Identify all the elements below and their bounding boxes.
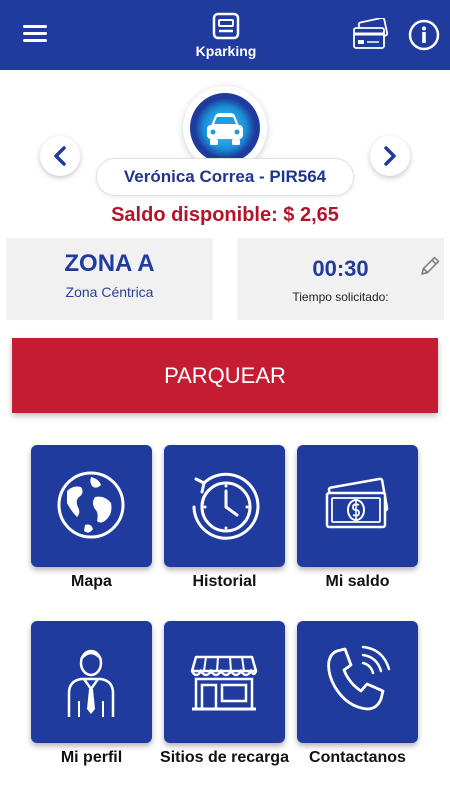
zone-card[interactable]: ZONA A Zona Céntrica (6, 238, 213, 320)
history-clock-icon (192, 472, 260, 540)
park-button[interactable]: PARQUEAR (12, 338, 438, 413)
menu-tile-history[interactable]: Historial (164, 445, 285, 595)
requested-time-value: 00:30 (312, 256, 369, 281)
top-app-bar: Kparking (0, 0, 450, 70)
requested-time-label: Tiempo solicitado: (292, 290, 389, 304)
chevron-right-icon (384, 146, 396, 166)
menu-tile-box (297, 621, 418, 743)
menu-tile-contact[interactable]: Contactanos (297, 621, 418, 771)
menu-tile-profile[interactable]: Mi perfil (31, 621, 152, 771)
credit-card-icon[interactable] (350, 16, 390, 52)
menu-tile-label: Mi perfil (60, 749, 123, 766)
next-vehicle-button[interactable] (370, 136, 410, 176)
menu-tile-label: Historial (192, 573, 257, 590)
kparking-logo-icon (212, 12, 240, 40)
menu-tile-box (297, 445, 418, 567)
menu-tile-label: Mapa (71, 573, 112, 590)
car-icon (190, 93, 260, 163)
menu-tile-box (164, 621, 285, 743)
previous-vehicle-button[interactable] (40, 136, 80, 176)
money-icon (325, 477, 389, 529)
menu-tile-box (164, 445, 285, 567)
phone-icon (327, 645, 391, 711)
info-icon[interactable] (408, 19, 440, 51)
menu-tile-balance[interactable]: Mi saldo (297, 445, 418, 595)
available-balance: Saldo disponible: $ 2,65 (111, 204, 339, 226)
store-icon (190, 655, 258, 711)
chevron-left-icon (54, 146, 66, 166)
menu-tile-label: Contactanos (309, 749, 406, 766)
app-logo: Kparking (186, 8, 266, 64)
menu-tile-recharge-sites[interactable]: Sitios de recarga (160, 621, 289, 771)
pencil-icon[interactable] (418, 254, 442, 278)
menu-tile-box (31, 445, 152, 567)
menu-tile-label: Sitios de recarga (160, 749, 289, 766)
app-name: Kparking (195, 43, 257, 59)
vehicle-label[interactable]: Verónica Correa - PIR564 (96, 158, 354, 196)
user-profile-icon (67, 649, 115, 717)
menu-tile-label: Mi saldo (325, 573, 390, 590)
globe-icon (57, 471, 125, 539)
zone-title: ZONA A (64, 250, 155, 277)
menu-tile-box (31, 621, 152, 743)
menu-tile-map[interactable]: Mapa (31, 445, 152, 595)
menu-icon[interactable] (18, 22, 52, 48)
time-card[interactable]: 00:30 Tiempo solicitado: (237, 238, 444, 320)
zone-subtitle: Zona Céntrica (65, 284, 154, 300)
